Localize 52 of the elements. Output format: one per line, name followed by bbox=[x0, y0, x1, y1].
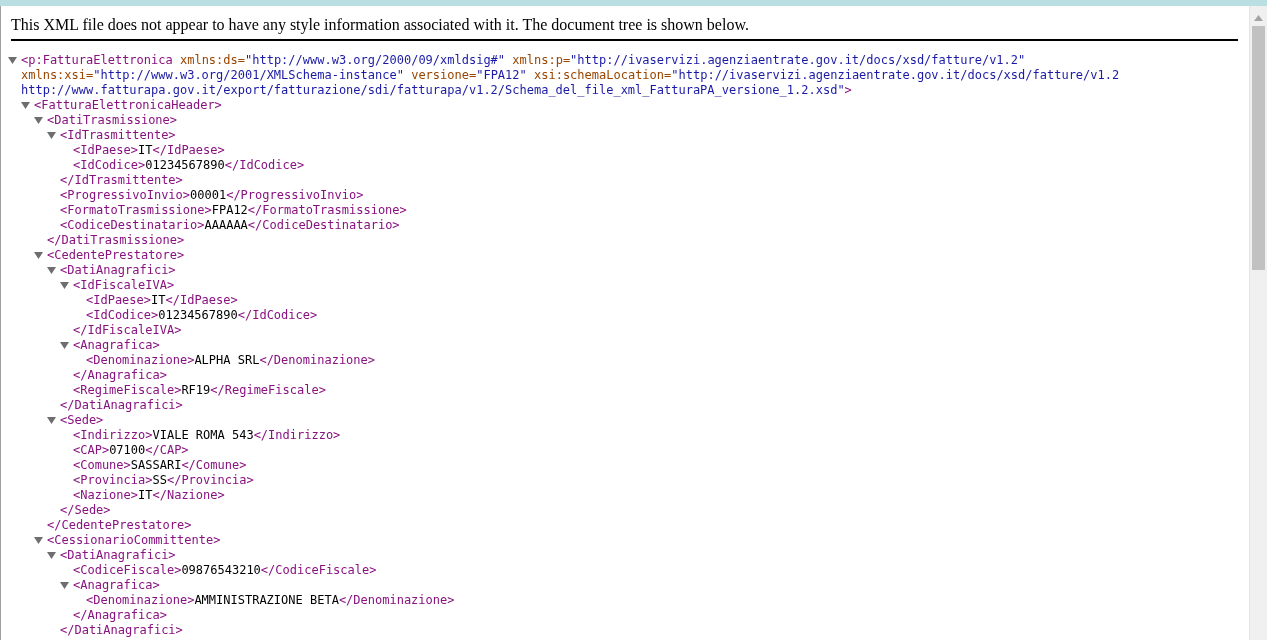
xml-close-tag: </Anagrafica> bbox=[73, 368, 167, 383]
vertical-scrollbar[interactable] bbox=[1249, 6, 1267, 640]
xml-open-tag: <p:FatturaElettronica xmlns:ds="http://www.w3.org/2000/09/xmldsig#" xmlns:p="http://ivaservizi.agenziaentrate.gov.it/docs/xsd/fatture/v1.2" xmlns:xsi="http://www.w3.org/2001/XMLSchema-instance" versione="FPA12" xsi:schemaLocation="http://ivaservizi.agenziaentrate.gov.it/docs/xsd/fatture/v1.2 http://www.fatturapa.gov.it/export/fatturazione/sdi/fatturapa/v1.2/Schema_del_file_xml_FatturaPA_versione_1.2.xsd"> bbox=[21, 53, 1131, 98]
xml-open-tag: <IdFiscaleIVA> bbox=[73, 278, 175, 293]
xml-element-line: <Provincia>SS</Provincia> bbox=[73, 473, 254, 488]
xml-element-line: <Indirizzo>VIALE ROMA 543</Indirizzo> bbox=[73, 428, 341, 443]
xml-close-tag: </DatiTrasmissione> bbox=[47, 233, 185, 248]
expand-arrow-icon[interactable] bbox=[47, 551, 56, 560]
xml-open-tag: <FatturaElettronicaHeader> bbox=[34, 98, 222, 113]
expand-arrow-icon[interactable] bbox=[47, 131, 56, 140]
xml-element-line: <CAP>07100</CAP> bbox=[73, 443, 189, 458]
xml-open-tag: <CessionarioCommittente> bbox=[47, 533, 221, 548]
expand-arrow-icon[interactable] bbox=[8, 56, 17, 65]
expand-arrow-icon[interactable] bbox=[60, 281, 69, 290]
xml-element-line: <IdPaese>IT</IdPaese> bbox=[73, 143, 225, 158]
expand-arrow-icon[interactable] bbox=[34, 251, 43, 260]
xml-open-tag: <Anagrafica> bbox=[73, 578, 160, 593]
xml-element-line: <IdPaese>IT</IdPaese> bbox=[86, 293, 238, 308]
xml-element-line: <CodiceDestinatario>AAAAAA</CodiceDestinatario> bbox=[60, 218, 400, 233]
xml-open-tag: <Sede> bbox=[60, 413, 104, 428]
xml-element-line: <Nazione>IT</Nazione> bbox=[73, 488, 225, 503]
xml-close-tag: </Anagrafica> bbox=[73, 608, 167, 623]
xml-element-line: <IdCodice>01234567890</IdCodice> bbox=[86, 308, 318, 323]
xml-open-tag: <Anagrafica> bbox=[73, 338, 160, 353]
expand-arrow-icon[interactable] bbox=[34, 536, 43, 545]
xml-open-tag: <IdTrasmittente> bbox=[60, 128, 176, 143]
xml-element-line: <ProgressivoInvio>00001</ProgressivoInvio> bbox=[60, 188, 364, 203]
expand-arrow-icon[interactable] bbox=[47, 416, 56, 425]
xml-element-line: <Denominazione>AMMINISTRAZIONE BETA</Denominazione> bbox=[86, 593, 455, 608]
expand-arrow-icon[interactable] bbox=[21, 101, 30, 110]
xml-close-tag: </IdFiscaleIVA> bbox=[73, 323, 182, 338]
xml-close-tag: </DatiAnagrafici> bbox=[60, 623, 183, 638]
expand-arrow-icon[interactable] bbox=[34, 116, 43, 125]
xml-open-tag: <DatiAnagrafici> bbox=[60, 263, 176, 278]
xml-open-tag: <CedentePrestatore> bbox=[47, 248, 185, 263]
xml-element-line: <Comune>SASSARI</Comune> bbox=[73, 458, 247, 473]
xml-element-line: <FormatoTrasmissione>FPA12</FormatoTrasmissione> bbox=[60, 203, 407, 218]
xml-element-line: <Denominazione>ALPHA SRL</Denominazione> bbox=[86, 353, 375, 368]
expand-arrow-icon[interactable] bbox=[60, 341, 69, 350]
expand-arrow-icon[interactable] bbox=[47, 266, 56, 275]
scrollbar-thumb[interactable] bbox=[1252, 26, 1265, 270]
xml-element-line: <IdCodice>01234567890</IdCodice> bbox=[73, 158, 305, 173]
style-notice-text: This XML file does not appear to have any style information associated with it. The document tree is shown below. bbox=[11, 6, 1238, 41]
expand-arrow-icon[interactable] bbox=[60, 581, 69, 590]
xml-open-tag: <DatiTrasmissione> bbox=[47, 113, 178, 128]
xml-open-tag: <DatiAnagrafici> bbox=[60, 548, 176, 563]
xml-element-line: <CodiceFiscale>09876543210</CodiceFiscale> bbox=[73, 563, 377, 578]
xml-close-tag: </IdTrasmittente> bbox=[60, 173, 183, 188]
xml-close-tag: </DatiAnagrafici> bbox=[60, 398, 183, 413]
xml-element-line: <RegimeFiscale>RF19</RegimeFiscale> bbox=[73, 383, 326, 398]
xml-close-tag: </CedentePrestatore> bbox=[47, 518, 192, 533]
xml-close-tag: </Sede> bbox=[60, 503, 111, 518]
